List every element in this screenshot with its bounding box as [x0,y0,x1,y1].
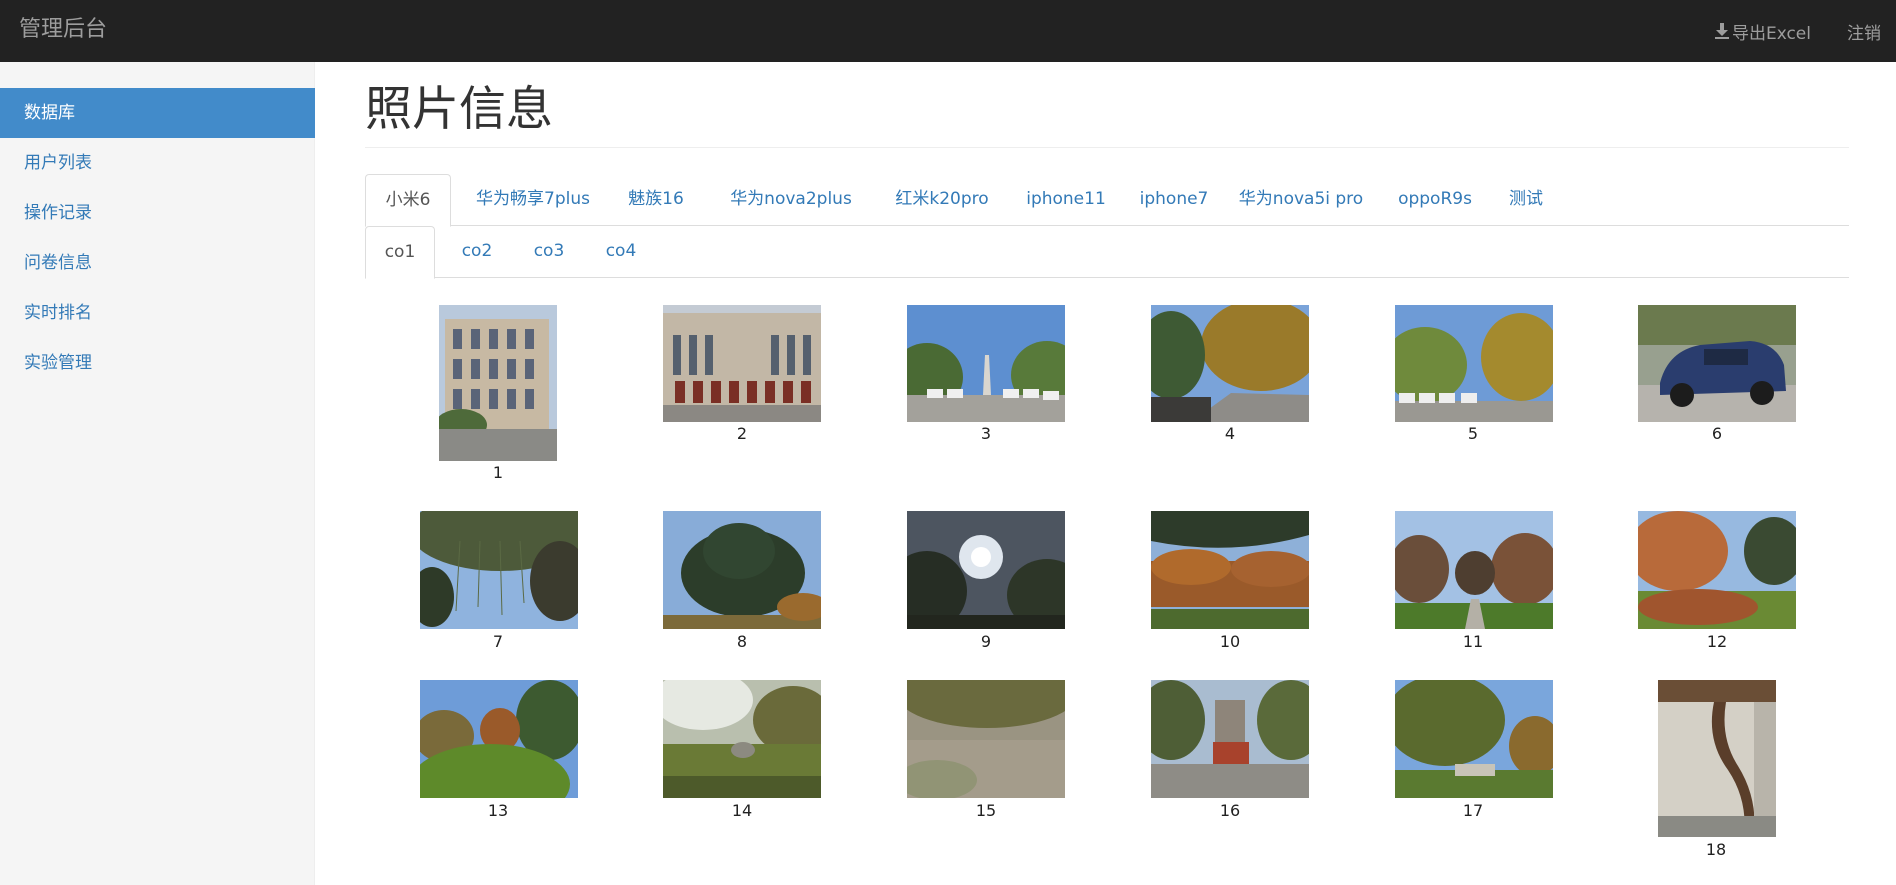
photo-thumbnail-16[interactable] [1151,680,1309,798]
sidebar-item-questionnaire[interactable]: 问卷信息 [0,238,315,288]
tab-device-huawei-nova2plus[interactable]: 华为nova2plus [727,174,855,226]
title-divider [365,147,1849,148]
photo-caption-1: 1 [492,463,504,482]
photo-thumbnail-15[interactable] [907,680,1065,798]
photo-caption-2: 2 [736,424,748,443]
photo-thumbnail-8[interactable] [663,511,821,629]
page-title: 照片信息 [365,82,553,137]
tab-device-oppor9s[interactable]: oppoR9s [1395,174,1475,226]
tab-device-iphone7[interactable]: iphone7 [1136,174,1212,226]
photo-caption-17: 17 [1462,801,1484,820]
photo-caption-15: 15 [975,801,997,820]
app-brand[interactable]: 管理后台 [19,15,107,45]
logout-link[interactable]: 注销 [1829,19,1896,44]
sidebar-item-operation-log[interactable]: 操作记录 [0,188,315,238]
photo-thumbnail-18[interactable] [1658,680,1776,837]
photo-thumbnail-2[interactable] [663,305,821,422]
tab-device-meizu16[interactable]: 魅族16 [624,174,688,226]
sidebar: 数据库 用户列表 操作记录 问卷信息 实时排名 实验管理 [0,62,315,885]
photo-thumbnail-4[interactable] [1151,305,1309,422]
photo-caption-7: 7 [492,632,504,651]
photo-caption-3: 3 [980,424,992,443]
photo-thumbnail-3[interactable] [907,305,1065,422]
export-excel-button[interactable]: 导出Excel [1696,19,1829,44]
sidebar-item-database[interactable]: 数据库 [0,88,315,138]
photo-caption-10: 10 [1219,632,1241,651]
photo-thumbnail-6[interactable] [1638,305,1796,422]
tab-co1[interactable]: co1 [365,226,435,279]
photo-thumbnail-7[interactable] [420,511,578,629]
collection-tabs: co1 co2 co3 co4 [365,226,1849,279]
sidebar-item-user-list[interactable]: 用户列表 [0,138,315,188]
device-tabs: 小米6 华为畅享7plus 魅族16 华为nova2plus 红米k20pro … [365,174,1849,227]
sidebar-item-experiment-management[interactable]: 实验管理 [0,338,315,388]
photo-caption-18: 18 [1705,840,1727,859]
export-excel-label: 导出Excel [1731,23,1811,44]
sidebar-item-live-ranking[interactable]: 实时排名 [0,288,315,338]
photo-caption-12: 12 [1706,632,1728,651]
photo-caption-8: 8 [736,632,748,651]
photo-caption-16: 16 [1219,801,1241,820]
navbar-actions: 导出Excel 注销 [1696,0,1896,62]
tab-device-iphone11[interactable]: iphone11 [1022,174,1110,226]
photo-thumbnail-11[interactable] [1395,511,1553,629]
photo-thumbnail-5[interactable] [1395,305,1553,422]
photo-caption-14: 14 [731,801,753,820]
top-navbar: 管理后台 导出Excel 注销 [0,0,1896,62]
tab-device-redmi-k20pro[interactable]: 红米k20pro [888,174,996,226]
photo-thumbnail-17[interactable] [1395,680,1553,798]
photo-caption-11: 11 [1462,632,1484,651]
tab-device-test[interactable]: 测试 [1502,174,1550,226]
tab-device-xiaomi6[interactable]: 小米6 [365,174,451,227]
photo-thumbnail-10[interactable] [1151,511,1309,629]
photo-caption-5: 5 [1467,424,1479,443]
photo-caption-13: 13 [487,801,509,820]
tab-co4[interactable]: co4 [595,226,647,278]
photo-thumbnail-14[interactable] [663,680,821,798]
download-icon [1714,23,1729,39]
photo-thumbnail-12[interactable] [1638,511,1796,629]
photo-caption-4: 4 [1224,424,1236,443]
photo-caption-6: 6 [1711,424,1723,443]
photo-thumbnail-13[interactable] [420,680,578,798]
tab-co3[interactable]: co3 [523,226,575,278]
photo-caption-9: 9 [980,632,992,651]
photo-thumbnail-1[interactable] [439,305,557,461]
photo-thumbnail-9[interactable] [907,511,1065,629]
tab-device-huawei-changxiang7plus[interactable]: 华为畅享7plus [464,174,602,226]
tab-device-huawei-nova5i-pro[interactable]: 华为nova5i pro [1236,174,1366,226]
tab-co2[interactable]: co2 [451,226,503,278]
